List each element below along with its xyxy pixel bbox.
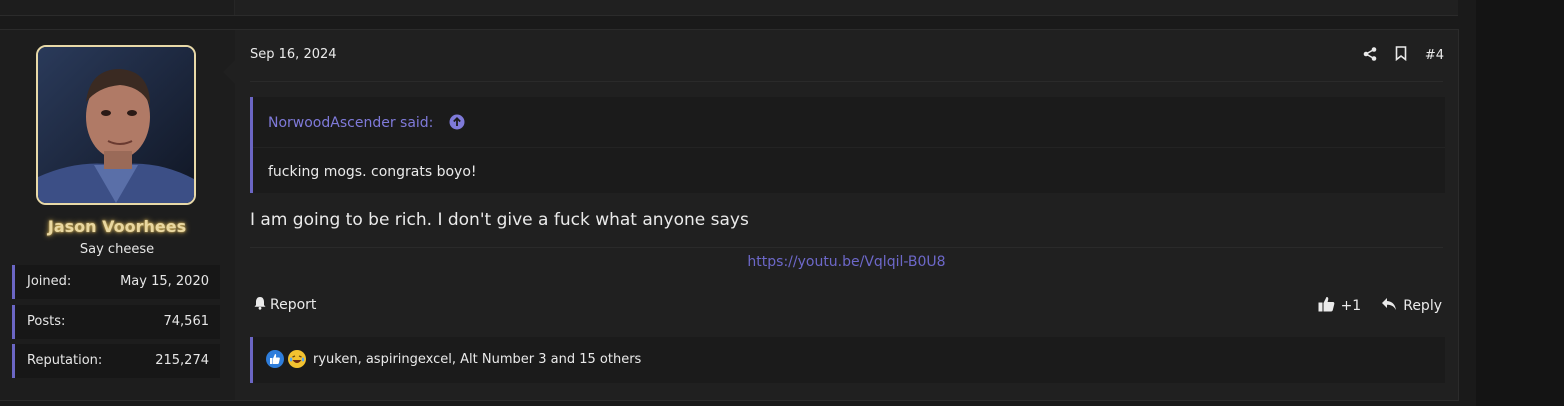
quote-text: fucking mogs. congrats boyo! [268,164,477,180]
report-label: Report [270,297,317,313]
like-reaction-icon [266,350,284,368]
quote-author[interactable]: NorwoodAscender said: [268,115,433,131]
previous-post-user-column [0,0,235,15]
stat-label: Reputation: [27,353,103,368]
header-divider [250,81,1443,82]
post-main: Sep 16, 2024 #4 NorwoodAscender said: fu… [223,30,1458,400]
previous-post-body [235,0,1458,15]
quote-block: NorwoodAscender said: fucking mogs. cong… [250,97,1445,193]
previous-post-remnant [0,0,1458,16]
signature-divider [250,247,1443,248]
forum-post: Jason Voorhees Say cheese Joined: May 15… [0,29,1459,401]
signature-link[interactable]: https://youtu.be/Vqlqil-B0U8 [235,254,1458,270]
reactions-summary[interactable]: ryuken, aspiringexcel, Alt Number 3 and … [313,352,641,367]
stat-joined: Joined: May 15, 2020 [12,265,220,299]
post-date[interactable]: Sep 16, 2024 [250,47,337,62]
username[interactable]: Jason Voorhees [0,217,234,236]
reply-arrow-icon [1381,297,1397,315]
reactions-bar[interactable]: ryuken, aspiringexcel, Alt Number 3 and … [250,337,1445,383]
bookmark-icon[interactable] [1395,46,1407,65]
stat-value: May 15, 2020 [120,274,209,289]
thumbs-up-icon [1318,296,1335,316]
quote-header[interactable]: NorwoodAscender said: [253,97,1445,148]
stat-posts: Posts: 74,561 [12,305,220,339]
share-icon[interactable] [1363,46,1377,65]
laughing-emoji-icon [288,350,306,368]
signature-link-text[interactable]: https://youtu.be/Vqlqil-B0U8 [747,254,945,270]
reply-label: Reply [1403,298,1442,314]
avatar[interactable] [36,45,196,205]
thread-page: Jason Voorhees Say cheese Joined: May 15… [0,0,1476,406]
user-title: Say cheese [79,242,155,257]
reply-button[interactable]: Reply [1381,297,1442,315]
stat-label: Joined: [27,274,72,289]
page-right-gutter [1476,0,1564,406]
post-actions: +1 Reply [1318,296,1442,316]
bell-icon [253,296,267,314]
report-button[interactable]: Report [253,296,316,314]
like-button[interactable]: +1 [1318,296,1362,316]
post-number[interactable]: #4 [1425,48,1444,63]
stat-value: 215,274 [155,353,209,368]
stat-label: Posts: [27,314,66,329]
like-count: +1 [1340,298,1362,314]
stat-reputation: Reputation: 215,274 [12,344,220,378]
stat-value: 74,561 [163,314,210,329]
post-message: I am going to be rich. I don't give a fu… [250,210,749,230]
reaction-icons [266,350,306,368]
post-header-actions: #4 [1363,46,1444,65]
arrow-up-circle-icon[interactable] [449,114,465,134]
avatar-image [38,47,194,203]
post-user-column: Jason Voorhees Say cheese Joined: May 15… [0,30,234,400]
